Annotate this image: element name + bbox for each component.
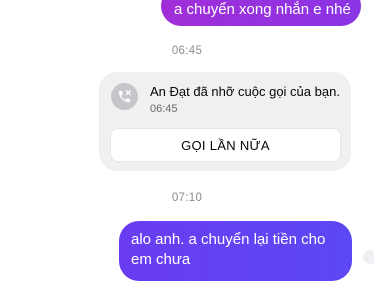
missed-call-card: An Đạt đã nhỡ cuộc gọi của bạn. 06:45 GỌ… — [99, 72, 351, 171]
missed-call-time: 06:45 — [150, 103, 178, 115]
scroll-indicator-icon[interactable] — [363, 250, 374, 264]
timestamp: 07:10 — [171, 192, 203, 204]
message-text: a chuyển xong nhắn e nhé — [174, 1, 351, 18]
missed-video-call-icon — [111, 83, 138, 110]
call-again-button[interactable]: GỌI LẦN NỮA — [110, 128, 341, 162]
message-text: alo anh. a chuyển lại tiền cho em chưa — [131, 231, 326, 268]
outgoing-message-bubble[interactable]: a chuyển xong nhắn e nhé — [161, 0, 361, 26]
timestamp: 06:45 — [171, 45, 203, 57]
outgoing-message-bubble[interactable]: alo anh. a chuyển lại tiền cho em chưa — [119, 221, 352, 281]
missed-call-title: An Đạt đã nhỡ cuộc gọi của bạn. — [150, 84, 340, 99]
